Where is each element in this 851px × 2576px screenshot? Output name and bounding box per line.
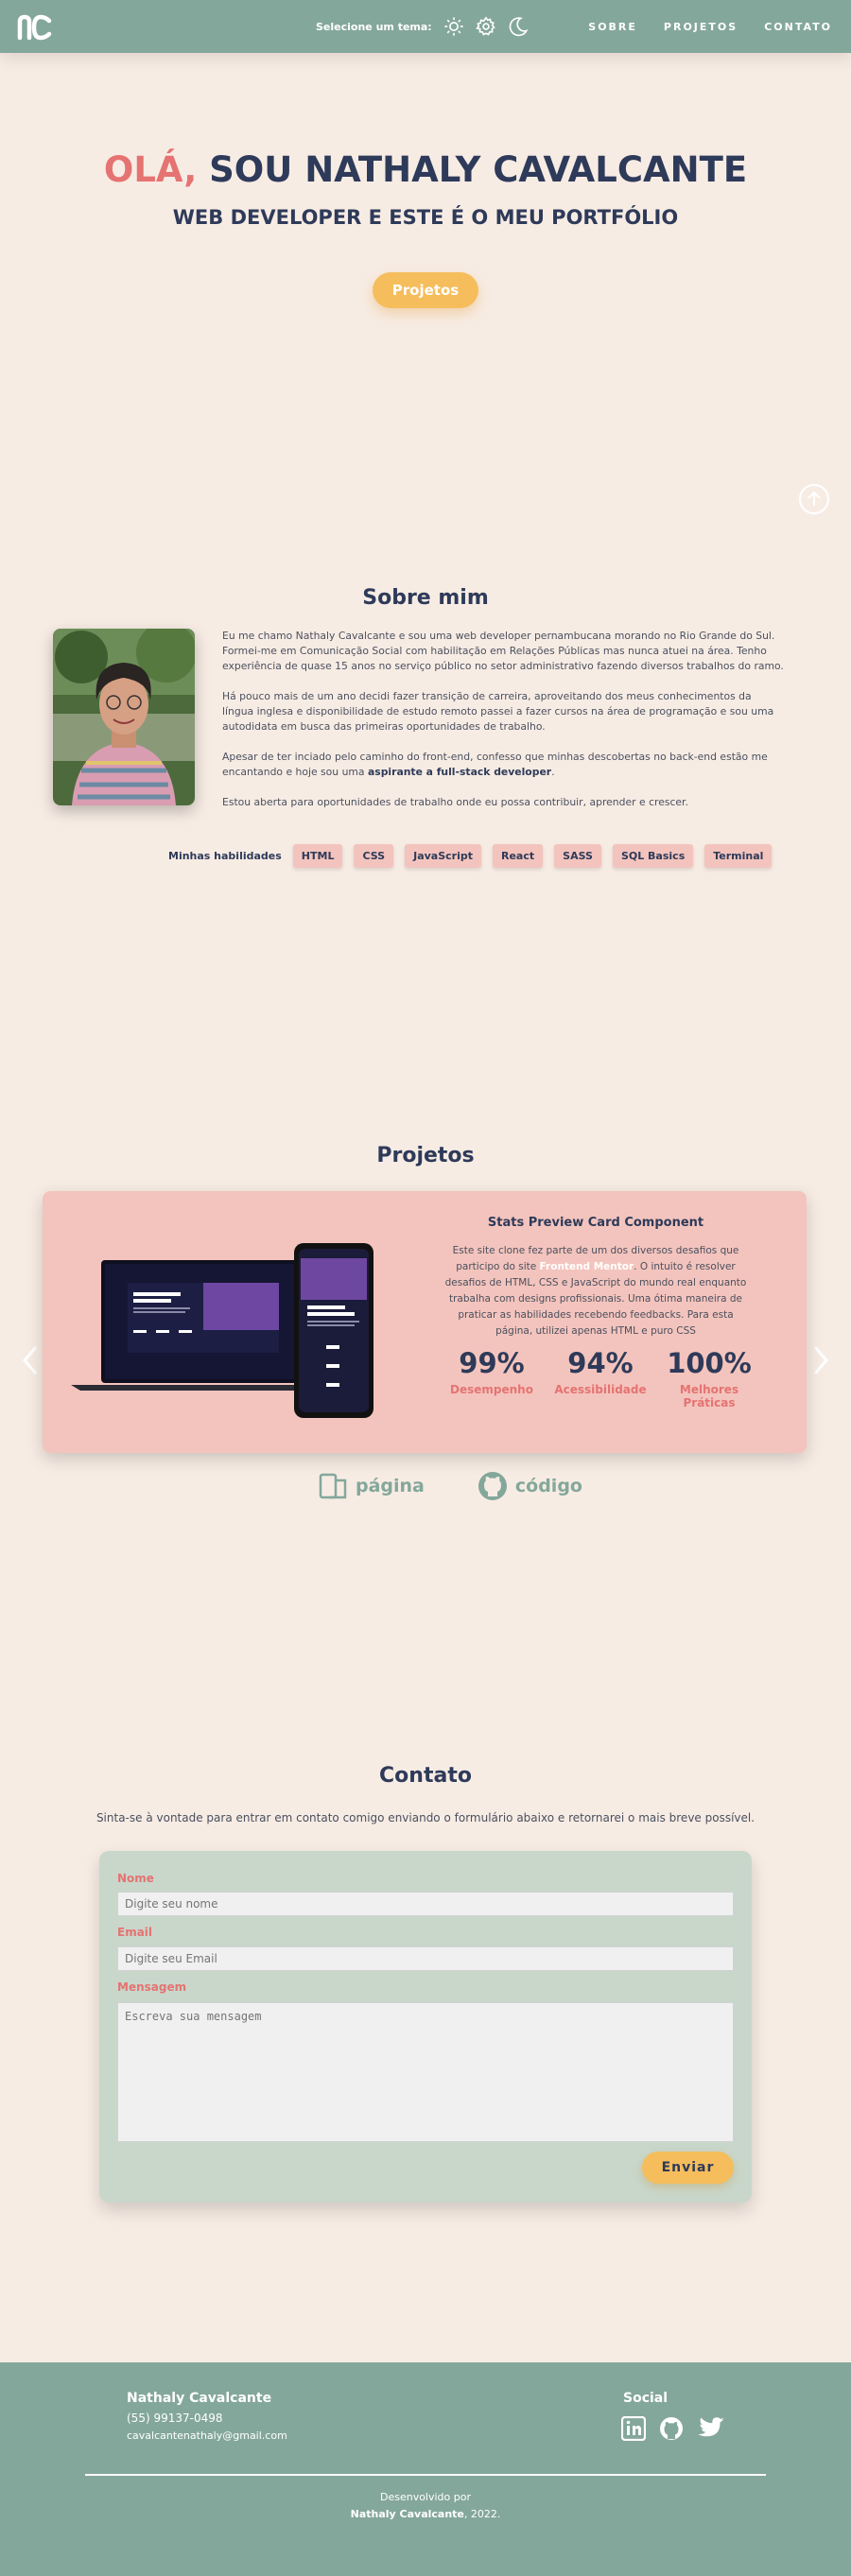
skill-chip: SASS xyxy=(554,844,601,868)
project-mockup-image xyxy=(71,1243,373,1418)
project-links: página código xyxy=(318,1471,582,1501)
devices-icon xyxy=(319,1473,347,1499)
score-label: Melhores Práticas xyxy=(679,1383,739,1409)
score-value: 100% xyxy=(667,1347,752,1379)
score-label: Desempenho xyxy=(450,1383,533,1396)
footer-credit-year: , 2022. xyxy=(463,2508,501,2520)
frontend-mentor-link[interactable]: Frontend Mentor xyxy=(540,1261,634,1272)
footer: Nathaly Cavalcante (55) 99137-0498 caval… xyxy=(0,2362,851,2576)
logo-icon[interactable] xyxy=(17,12,53,41)
skill-chip: HTML xyxy=(292,844,343,868)
skill-chip: CSS xyxy=(354,844,394,868)
moon-icon[interactable] xyxy=(508,16,529,37)
nav-link-contato[interactable]: CONTATO xyxy=(764,21,832,33)
projects-title: Projetos xyxy=(376,1144,475,1167)
score-label: Acessibilidade xyxy=(554,1383,647,1396)
score-value: 94% xyxy=(567,1347,634,1379)
contact-form: Nome Email Mensagem Enviar xyxy=(99,1851,752,2203)
main-nav: SOBRE PROJETOS CONTATO xyxy=(588,0,832,53)
message-textarea[interactable] xyxy=(117,2002,734,2142)
email-label: Email xyxy=(117,1926,153,1939)
linkedin-icon[interactable] xyxy=(621,2416,646,2441)
about-paragraph-1: Eu me chamo Nathaly Cavalcante e sou uma… xyxy=(222,630,784,672)
message-label: Mensagem xyxy=(117,1980,187,1994)
footer-credit: Nathaly Cavalcante, 2022. xyxy=(0,2508,851,2520)
hero-subtitle: WEB DEVELOPER E ESTE É O MEU PORTFÓLIO xyxy=(172,206,679,229)
hero-title: OLÁ, SOU NATHALY CAVALCANTE xyxy=(0,149,851,190)
lighthouse-scores: 99% Desempenho 94% Acessibilidade 100% M… xyxy=(440,1347,761,1409)
score-performance: 99% Desempenho xyxy=(440,1347,544,1409)
projects-button[interactable]: Projetos xyxy=(373,272,478,308)
skill-chip: JavaScript xyxy=(405,844,481,868)
about-title: Sobre mim xyxy=(362,586,489,610)
theme-label: Selecione um tema: xyxy=(316,20,432,33)
footer-name: Nathaly Cavalcante xyxy=(127,2391,272,2406)
carousel-prev-icon[interactable] xyxy=(21,1344,40,1376)
arrow-up-icon xyxy=(808,491,821,506)
github-icon[interactable] xyxy=(659,2416,684,2441)
footer-email[interactable]: cavalcantenathaly@gmail.com xyxy=(127,2429,287,2442)
twitter-icon[interactable] xyxy=(697,2416,725,2441)
name-input[interactable] xyxy=(117,1892,734,1916)
footer-social-title: Social xyxy=(623,2391,669,2406)
scroll-top-button[interactable] xyxy=(799,484,829,514)
score-best-practices: 100% Melhores Práticas xyxy=(657,1347,761,1409)
about-highlight: aspirante a full-stack developer xyxy=(367,766,552,778)
skill-chip: SQL Basics xyxy=(612,844,694,868)
project-card: Stats Preview Card Component Este site c… xyxy=(43,1191,807,1453)
contact-subtitle: Sinta-se à vontade para entrar em contat… xyxy=(96,1811,755,1824)
nav-link-projetos[interactable]: PROJETOS xyxy=(664,21,738,33)
page-link-label: página xyxy=(356,1476,425,1496)
contact-title: Contato xyxy=(379,1764,472,1788)
social-icons xyxy=(621,2416,725,2441)
top-navbar: Selecione um tema: SOBRE PROJETOS CONTAT… xyxy=(0,0,851,53)
skill-chip: Terminal xyxy=(704,844,773,868)
about-paragraph-2: Há pouco mais de um ano decidi fazer tra… xyxy=(222,690,774,733)
carousel-next-icon[interactable] xyxy=(811,1344,830,1376)
code-link[interactable]: código xyxy=(478,1471,582,1501)
footer-credit-name: Nathaly Cavalcante xyxy=(350,2508,464,2520)
skills-list: Minhas habilidades HTML CSS JavaScript R… xyxy=(168,844,773,868)
footer-phone: (55) 99137-0498 xyxy=(127,2412,223,2425)
sun-icon[interactable] xyxy=(443,16,464,37)
profile-photo xyxy=(53,629,195,805)
github-icon xyxy=(478,1472,507,1500)
project-title: Stats Preview Card Component xyxy=(487,1216,704,1230)
project-description: Este site clone fez parte de um dos dive… xyxy=(444,1245,747,1337)
score-accessibility: 94% Acessibilidade xyxy=(548,1347,652,1409)
skills-label: Minhas habilidades xyxy=(168,850,282,862)
footer-dev-label: Desenvolvido por xyxy=(379,2491,471,2503)
about-paragraph-3: Apesar de ter inciado pelo caminho do fr… xyxy=(222,751,768,778)
footer-divider xyxy=(85,2474,766,2476)
about-text: Eu me chamo Nathaly Cavalcante e sou uma… xyxy=(222,629,786,825)
email-input[interactable] xyxy=(117,1946,734,1971)
skill-chip: React xyxy=(493,844,544,868)
code-link-label: código xyxy=(514,1476,582,1496)
hero-greeting: OLÁ, xyxy=(103,149,198,190)
name-label: Nome xyxy=(117,1872,154,1885)
nav-link-sobre[interactable]: SOBRE xyxy=(588,21,637,33)
score-value: 99% xyxy=(459,1347,525,1379)
about-paragraph-4: Estou aberta para oportunidades de traba… xyxy=(222,796,688,808)
gear-icon[interactable] xyxy=(475,16,496,37)
theme-selector: Selecione um tema: xyxy=(316,0,529,53)
hero-title-name: SOU NATHALY CAVALCANTE xyxy=(197,149,748,190)
page-link[interactable]: página xyxy=(318,1471,425,1501)
send-button[interactable]: Enviar xyxy=(642,2152,734,2184)
